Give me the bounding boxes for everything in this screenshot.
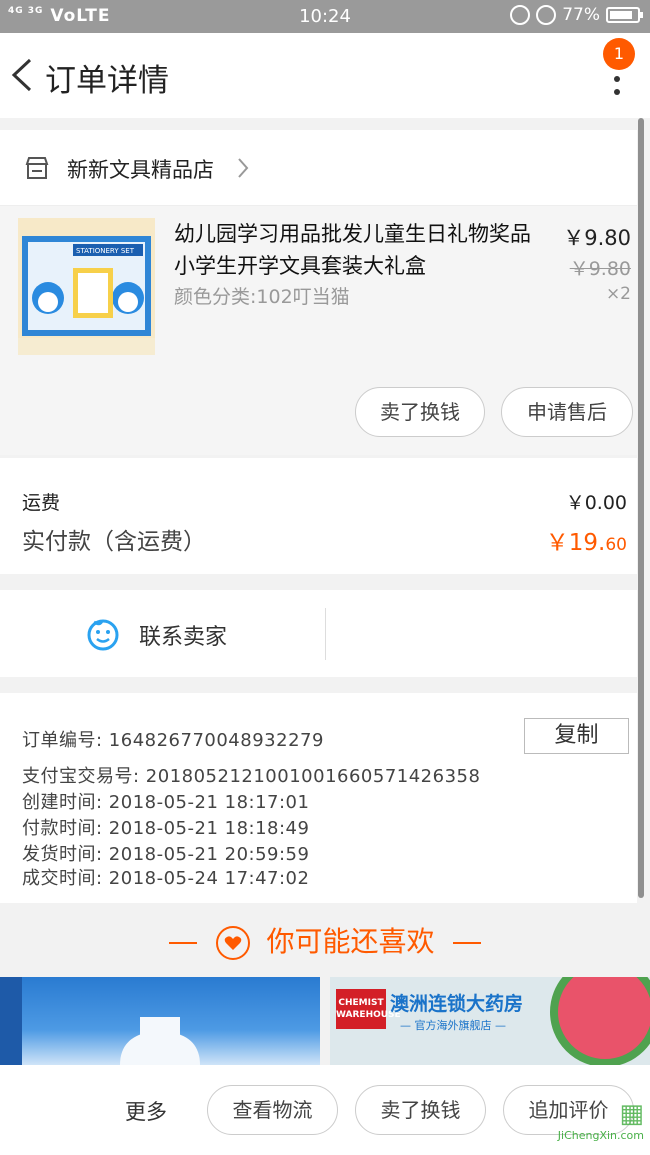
product-quantity: ×2 [605, 284, 631, 304]
created-time: 创建时间: 2018-05-21 18:17:01 [22, 792, 310, 813]
more-button[interactable]: 更多 [125, 1096, 167, 1126]
after-sale-button[interactable]: 申请售后 [501, 387, 633, 437]
status-bar: 4G 3G VoLTE 10:24 77% [0, 0, 650, 33]
contact-seller-button[interactable]: 联系卖家 [139, 619, 227, 651]
order-card: 新新文具精品店 STATIONERY SET 幼儿园学习用品批发儿童生日礼物奖品… [0, 130, 637, 455]
product-price: ￥9.80 [563, 226, 631, 250]
paid-amount: ￥19.60 [545, 530, 627, 556]
product-item[interactable]: STATIONERY SET 幼儿园学习用品批发儿童生日礼物奖品小学生开学文具套… [0, 206, 637, 455]
completed-time: 成交时间: 2018-05-24 17:47:02 [22, 868, 310, 889]
product-name[interactable]: 幼儿园学习用品批发儿童生日礼物奖品小学生开学文具套装大礼盒 [174, 218, 549, 282]
recommend-header: 你可能还喜欢 [0, 904, 650, 977]
app-header: 订单详情 1 [0, 33, 650, 118]
paid-time: 付款时间: 2018-05-21 18:18:49 [22, 818, 310, 839]
sell-button[interactable]: 卖了换钱 [355, 387, 485, 437]
dot-icon [614, 76, 620, 82]
product-image-label: STATIONERY SET [76, 247, 135, 255]
dot-icon [614, 89, 620, 95]
scrollbar[interactable] [638, 118, 644, 898]
fee-section: 运费 ￥0.00 实付款（含运费） ￥19.60 [0, 458, 637, 574]
recommend-image [0, 977, 200, 1065]
product-thumbnail: STATIONERY SET [18, 236, 155, 355]
store-name: 澳洲连锁大药房 [390, 993, 524, 1015]
shipping-value: ￥0.00 [565, 492, 627, 514]
back-button[interactable] [8, 55, 38, 95]
alipay-number: 支付宝交易号: 2018052121001001660571426358 [22, 766, 481, 787]
divider [325, 608, 326, 660]
page-title: 订单详情 [45, 63, 169, 99]
sell-button-bottom[interactable]: 卖了换钱 [355, 1085, 486, 1135]
chevron-left-icon [11, 58, 32, 92]
recommend-item[interactable] [0, 977, 320, 1065]
contact-seller-icon[interactable] [86, 617, 120, 651]
product-original-price: ￥9.80 [569, 258, 631, 280]
shop-name: 新新文具精品店 [67, 158, 214, 182]
shipping-label: 运费 [22, 492, 61, 514]
watermark: ▦ JiChengXin.com [524, 1099, 644, 1149]
notification-badge: 1 [603, 38, 635, 70]
recommend-item[interactable]: CHEMIST WAREHOUSE 澳洲连锁大药房 — 官方海外旗舰店 — [330, 977, 650, 1065]
logistics-button[interactable]: 查看物流 [207, 1085, 338, 1135]
product-image[interactable]: STATIONERY SET [18, 218, 155, 355]
chevron-right-icon [238, 158, 249, 178]
alarm-icon [536, 5, 557, 25]
battery-percent: 77% [562, 5, 600, 25]
store-logo: CHEMIST WAREHOUSE [336, 989, 401, 1029]
paid-label: 实付款（含运费） [22, 529, 206, 555]
copy-button[interactable]: 复制 [524, 718, 629, 754]
watermark-text: JiChengXin.com [557, 1129, 644, 1142]
order-info: 订单编号: 164826770048932279 复制 支付宝交易号: 2018… [0, 693, 637, 903]
store-subtitle: — 官方海外旗舰店 — [400, 1019, 506, 1032]
divider [453, 942, 482, 944]
recommend-title: 你可能还喜欢 [266, 925, 435, 958]
product-sku: 颜色分类:102叮当猫 [174, 286, 350, 308]
heart-icon [215, 926, 250, 960]
battery-icon [606, 7, 643, 23]
order-number: 订单编号: 164826770048932279 [22, 730, 324, 751]
status-right: 77% [510, 5, 643, 25]
watermark-logo: ▦ [619, 1099, 644, 1129]
shop-row[interactable]: 新新文具精品店 [0, 130, 637, 206]
watermelon-image [550, 977, 650, 1065]
shop-icon [25, 157, 49, 179]
divider [168, 942, 197, 944]
contact-section: 联系卖家 [0, 590, 637, 677]
shipped-time: 发货时间: 2018-05-21 20:59:59 [22, 844, 310, 865]
lock-rotation-icon [510, 5, 531, 25]
